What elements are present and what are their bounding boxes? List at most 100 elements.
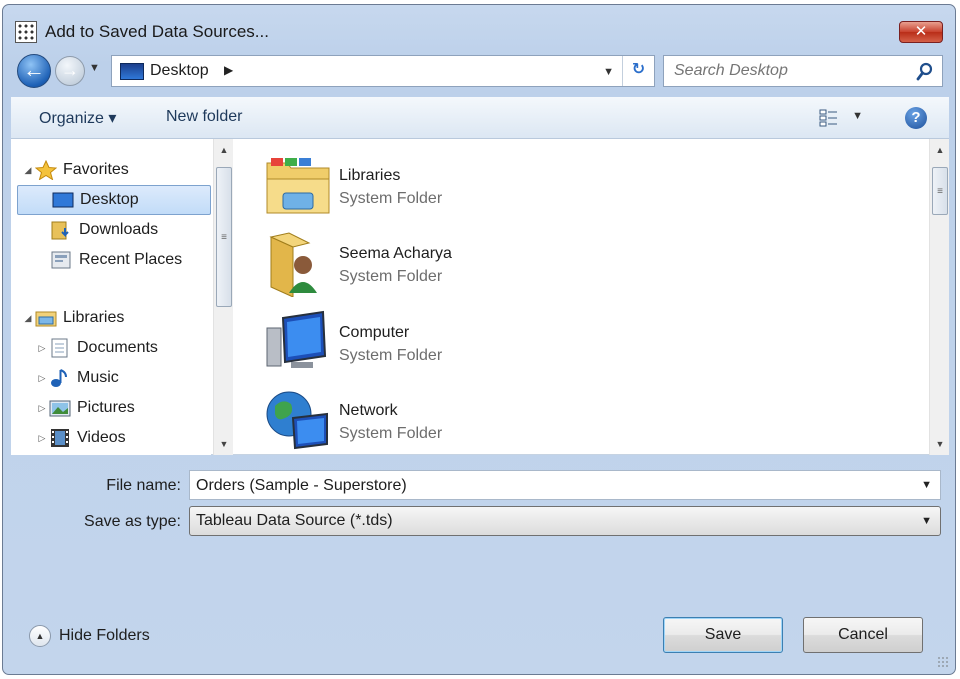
- file-type: System Folder: [339, 268, 443, 285]
- sidebar-label-favorites: Favorites: [63, 161, 129, 178]
- network-globe-icon: [266, 391, 328, 450]
- file-type: System Folder: [339, 190, 443, 207]
- file-name: Computer: [339, 324, 410, 341]
- list-item-libraries[interactable]: Libraries System Folder: [265, 153, 565, 223]
- sidebar-item-videos[interactable]: ▷ Videos: [35, 423, 211, 453]
- scrollbar-thumb[interactable]: ≡: [216, 167, 232, 307]
- search-input[interactable]: [674, 61, 904, 81]
- forward-button[interactable]: →: [55, 56, 85, 86]
- view-dropdown[interactable]: ▼: [852, 110, 863, 122]
- arrow-left-icon: ←: [23, 57, 45, 82]
- sidebar-item-label: Documents: [77, 339, 158, 356]
- navigation-bar: ← → ▼ Desktop ▶ ▼ ↻: [3, 51, 955, 91]
- sidebar-item-documents[interactable]: ▷ Documents: [35, 333, 211, 363]
- save-dialog: Add to Saved Data Sources... ✕ ← → ▼ Des…: [2, 4, 956, 675]
- sidebar-item-label: Recent Places: [79, 251, 183, 268]
- window-title: Add to Saved Data Sources...: [45, 22, 269, 41]
- breadcrumb-desktop[interactable]: Desktop: [150, 62, 209, 80]
- expand-icon[interactable]: ▷: [35, 373, 49, 384]
- sidebar-item-label: Pictures: [77, 399, 135, 416]
- sidebar-item-downloads[interactable]: Downloads: [51, 215, 211, 245]
- recent-pages-dropdown[interactable]: ▼: [89, 62, 100, 74]
- organize-button[interactable]: Organize ▾: [39, 108, 116, 128]
- recent-places-icon: [51, 251, 71, 269]
- back-button[interactable]: ←: [17, 54, 51, 88]
- new-folder-button[interactable]: New folder: [166, 108, 242, 126]
- libraries-folder-icon: [266, 158, 330, 214]
- file-list-scrollbar[interactable]: ▲ ≡ ▼: [929, 139, 949, 455]
- expand-icon[interactable]: ▷: [35, 343, 49, 354]
- chevron-down-icon[interactable]: ▼: [921, 515, 932, 527]
- file-type: System Folder: [339, 425, 443, 442]
- expand-icon[interactable]: ▷: [35, 433, 49, 444]
- file-name-input[interactable]: [196, 476, 896, 496]
- cancel-button[interactable]: Cancel: [803, 617, 923, 653]
- navigation-pane: ◢ Favorites Desktop Downloads Recent Pla…: [11, 139, 211, 455]
- file-list: Libraries System Folder Seema Acharya Sy…: [235, 139, 925, 455]
- address-bar[interactable]: Desktop ▶ ▼ ↻: [111, 55, 655, 87]
- hide-folders-button[interactable]: ▲ Hide Folders: [29, 625, 150, 647]
- computer-icon: [266, 310, 327, 368]
- collapse-icon[interactable]: ◢: [21, 165, 35, 176]
- file-name: Seema Acharya: [339, 245, 452, 262]
- app-icon: [15, 21, 37, 43]
- refresh-icon: ↻: [631, 61, 646, 78]
- file-name: Network: [339, 402, 398, 419]
- list-item-network[interactable]: Network System Folder: [265, 388, 565, 458]
- browser-area: ◢ Favorites Desktop Downloads Recent Pla…: [11, 139, 949, 455]
- sidebar-item-label: Music: [77, 369, 119, 386]
- arrow-right-icon: →: [61, 60, 79, 80]
- sidebar-item-pictures[interactable]: ▷ Pictures: [35, 393, 211, 423]
- save-type-value: Tableau Data Source (*.tds): [196, 512, 393, 529]
- navigation-scrollbar[interactable]: ▲ ≡ ▼: [213, 139, 233, 455]
- music-icon: [51, 369, 67, 387]
- save-type-select[interactable]: Tableau Data Source (*.tds) ▼: [189, 506, 941, 536]
- scrollbar-thumb[interactable]: ≡: [932, 167, 948, 215]
- title-bar[interactable]: Add to Saved Data Sources... ✕: [3, 5, 955, 47]
- sidebar-item-label: Desktop: [80, 191, 139, 208]
- sidebar-group-favorites[interactable]: ◢ Favorites: [21, 155, 201, 185]
- sidebar-item-desktop[interactable]: Desktop: [17, 185, 211, 215]
- scroll-down-icon[interactable]: ▼: [214, 435, 234, 453]
- list-item-computer[interactable]: Computer System Folder: [265, 310, 565, 380]
- star-icon: [35, 160, 57, 180]
- desktop-icon: [52, 192, 74, 208]
- help-icon[interactable]: ?: [905, 107, 927, 129]
- scroll-down-icon[interactable]: ▼: [930, 435, 950, 453]
- sidebar-item-label: Videos: [77, 429, 126, 446]
- user-folder-icon: [269, 232, 317, 297]
- sidebar-label-libraries: Libraries: [63, 309, 125, 326]
- resize-grip-icon[interactable]: [937, 656, 949, 668]
- file-type: System Folder: [339, 347, 443, 364]
- collapse-icon[interactable]: ◢: [21, 313, 35, 324]
- list-item-user-folder[interactable]: Seema Acharya System Folder: [265, 231, 565, 301]
- scroll-up-icon[interactable]: ▲: [930, 141, 950, 159]
- hide-folders-label: Hide Folders: [59, 627, 150, 644]
- search-box[interactable]: [663, 55, 943, 87]
- address-dropdown[interactable]: ▼: [603, 66, 614, 78]
- view-options-icon[interactable]: [819, 108, 839, 128]
- file-name-field[interactable]: ▼: [189, 470, 941, 500]
- save-type-label: Save as type:: [84, 513, 181, 530]
- breadcrumb-arrow-icon[interactable]: ▶: [224, 63, 233, 77]
- scroll-up-icon[interactable]: ▲: [214, 141, 234, 159]
- chevron-down-icon[interactable]: ▼: [921, 479, 932, 491]
- command-toolbar: Organize ▾ New folder ▼ ?: [11, 97, 949, 139]
- sidebar-item-label: Downloads: [79, 221, 159, 238]
- expand-icon[interactable]: ▷: [35, 403, 49, 414]
- chevron-up-icon: ▲: [29, 625, 51, 647]
- refresh-button[interactable]: ↻: [622, 56, 654, 86]
- libraries-folder-icon: [35, 311, 57, 327]
- file-name: Libraries: [339, 167, 401, 184]
- save-button[interactable]: Save: [663, 617, 783, 653]
- desktop-icon: [120, 63, 144, 80]
- pictures-icon: [49, 400, 71, 417]
- downloads-folder-icon: [51, 221, 69, 240]
- close-button[interactable]: ✕: [899, 21, 943, 43]
- sidebar-item-music[interactable]: ▷ Music: [35, 363, 211, 393]
- sidebar-item-recent-places[interactable]: Recent Places: [51, 245, 211, 275]
- videos-icon: [51, 429, 69, 447]
- sidebar-group-libraries[interactable]: ◢ Libraries: [21, 303, 201, 333]
- search-icon[interactable]: [916, 62, 934, 82]
- file-name-label: File name:: [106, 477, 181, 494]
